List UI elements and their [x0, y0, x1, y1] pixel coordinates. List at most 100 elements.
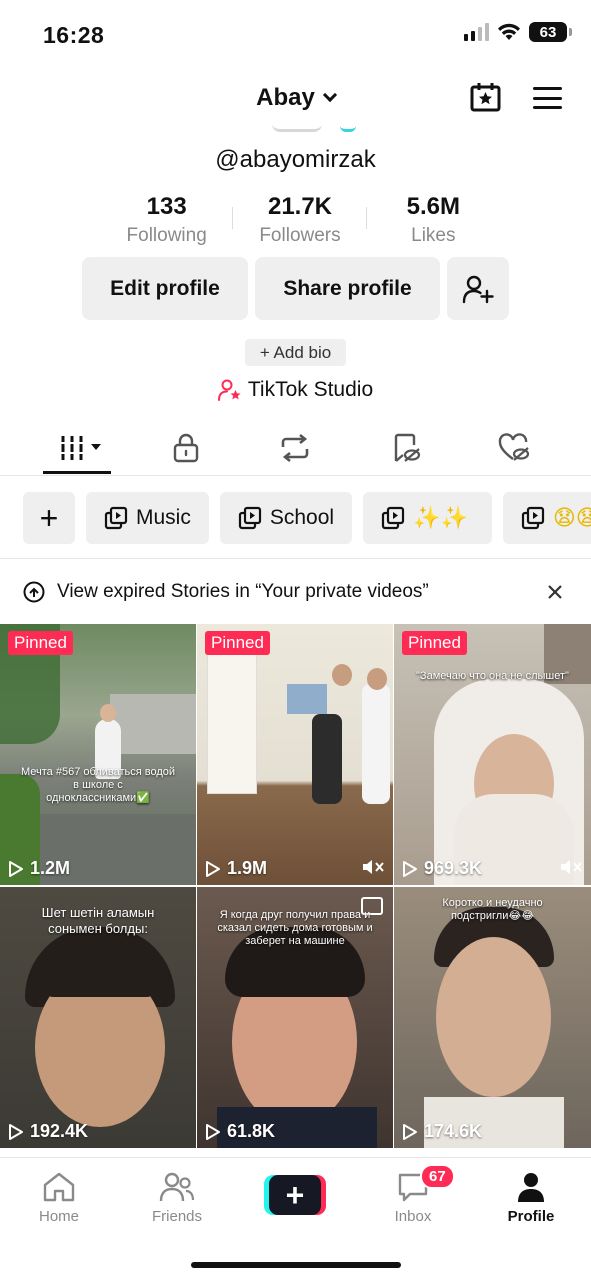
menu-icon[interactable] [533, 87, 562, 109]
battery-level: 63 [539, 23, 557, 41]
pinned-badge: Pinned [205, 631, 270, 655]
home-icon [43, 1172, 75, 1202]
video-caption: Шет шетін аламын сонымен болды: [41, 905, 155, 936]
stat-followers-label: Followers [259, 225, 341, 246]
share-profile-button[interactable]: Share profile [255, 257, 440, 320]
view-count: 192.4K [8, 1121, 88, 1142]
view-count-value: 61.8K [227, 1121, 276, 1141]
collection-icon [104, 506, 128, 530]
account-switcher[interactable]: Abay [0, 84, 591, 112]
signal-icon [464, 23, 489, 41]
video-tile[interactable]: Pinned Мечта #567 обливаться водой в шко… [0, 624, 196, 885]
collection-label: 😧😧 [552, 505, 591, 530]
studio-person-star-icon [217, 379, 241, 401]
play-icon [206, 1123, 220, 1140]
stat-following[interactable]: 133 Following [100, 193, 234, 247]
content-tabs [0, 420, 591, 476]
close-icon[interactable] [545, 582, 565, 602]
muted-icon [363, 860, 384, 874]
battery-icon: 63 [529, 22, 572, 42]
lock-icon [173, 433, 199, 463]
stat-likes[interactable]: 5.6M Likes [367, 193, 500, 247]
video-tile[interactable]: Pinned 1.9M [197, 624, 393, 885]
view-count: 1.9M [205, 858, 267, 879]
video-tile[interactable]: Шет шетін аламын сонымен болды: 192.4K [0, 887, 196, 1148]
collection-emoji[interactable]: 😧😧 [502, 492, 591, 544]
tiktok-studio-label: TikTok Studio [247, 378, 374, 401]
tab-liked[interactable] [484, 428, 544, 468]
avatar[interactable] [272, 124, 322, 132]
add-user-icon [462, 275, 494, 303]
create-button[interactable]: + [264, 1175, 326, 1215]
tab-private[interactable] [156, 428, 216, 468]
friends-icon [159, 1172, 195, 1202]
heart-hidden-icon [498, 433, 530, 461]
add-collection-button[interactable]: + [23, 492, 75, 544]
video-caption: "Замечаю что она не слышет" [416, 670, 569, 682]
play-icon [9, 860, 23, 877]
expired-stories-banner[interactable]: View expired Stories in “Your private vi… [23, 573, 569, 611]
play-icon [403, 1123, 417, 1140]
calendar-star-icon[interactable] [470, 82, 501, 112]
nav-inbox[interactable]: 67 Inbox [368, 1164, 458, 1225]
nav-friends[interactable]: Friends [132, 1170, 222, 1225]
nav-home[interactable]: Home [14, 1170, 104, 1225]
view-count-value: 1.2M [30, 858, 71, 878]
add-bio-button[interactable]: + Add bio [245, 339, 346, 366]
view-count-value: 192.4K [30, 1121, 89, 1141]
tab-reposts[interactable] [265, 428, 325, 468]
wifi-icon [498, 23, 520, 40]
muted-icon [561, 860, 582, 874]
avatar-add-badge [340, 126, 356, 132]
video-tile[interactable]: Я когда друг получил права и сказал сиде… [197, 887, 393, 1148]
stat-followers[interactable]: 21.7K Followers [233, 193, 367, 247]
repost-icon [281, 434, 309, 462]
collection-sparkles[interactable]: ✨✨ [363, 492, 492, 544]
tab-favorites[interactable] [376, 428, 436, 468]
video-grid: Pinned Мечта #567 обливаться водой в шко… [0, 624, 591, 1148]
play-icon [9, 1123, 23, 1140]
stat-following-count: 133 [146, 193, 187, 220]
tab-videos[interactable] [50, 428, 110, 468]
nav-home-label: Home [38, 1208, 79, 1225]
profile-handle: @abayomirzak [215, 146, 376, 173]
nav-profile-label: Profile [507, 1208, 555, 1225]
stat-likes-count: 5.6M [406, 193, 460, 220]
stat-following-label: Following [126, 225, 207, 246]
nav-profile[interactable]: Profile [486, 1170, 576, 1225]
inbox-badge: 67 [420, 1164, 455, 1189]
view-count: 1.2M [8, 858, 70, 879]
collections-row: + Music School ✨✨ 😧😧 [23, 492, 591, 544]
grid-icon [59, 436, 101, 460]
nav-friends-label: Friends [151, 1208, 203, 1225]
stat-followers-count: 21.7K [267, 193, 333, 220]
collection-school[interactable]: School [219, 492, 353, 544]
active-tab-indicator [43, 471, 111, 474]
nav-inbox-label: Inbox [394, 1208, 432, 1225]
view-count-value: 969.3K [424, 858, 483, 878]
collection-music[interactable]: Music [86, 492, 209, 544]
bookmark-hidden-icon [394, 433, 421, 462]
collection-label: Music [136, 506, 191, 529]
home-indicator [191, 1262, 401, 1268]
video-caption: Я когда друг получил права и сказал сиде… [217, 909, 373, 948]
edit-profile-button[interactable]: Edit profile [82, 257, 248, 320]
video-tile[interactable]: Коротко и неудачно подстригли😂😂 174.6K [394, 887, 591, 1148]
profile-header: Abay [0, 76, 591, 126]
play-icon [206, 860, 220, 877]
profile-stats: 133 Following 21.7K Followers 5.6M Likes [100, 193, 500, 247]
profile-icon [518, 1173, 544, 1202]
view-count-value: 1.9M [227, 858, 268, 878]
status-time: 16:28 [43, 22, 105, 48]
collection-icon [238, 506, 261, 530]
username-title: Abay [256, 84, 315, 111]
add-friend-button[interactable] [447, 257, 509, 320]
view-count: 61.8K [205, 1121, 275, 1142]
video-tile[interactable]: Pinned "Замечаю что она не слышет" 969.3… [394, 624, 591, 885]
view-count: 174.6K [402, 1121, 482, 1142]
collection-icon [521, 506, 544, 530]
upload-cloud-icon [23, 581, 45, 603]
collection-label: ✨✨ [413, 505, 468, 530]
tiktok-studio-link[interactable]: TikTok Studio [0, 378, 591, 402]
banner-text: View expired Stories in “Your private vi… [57, 581, 429, 602]
